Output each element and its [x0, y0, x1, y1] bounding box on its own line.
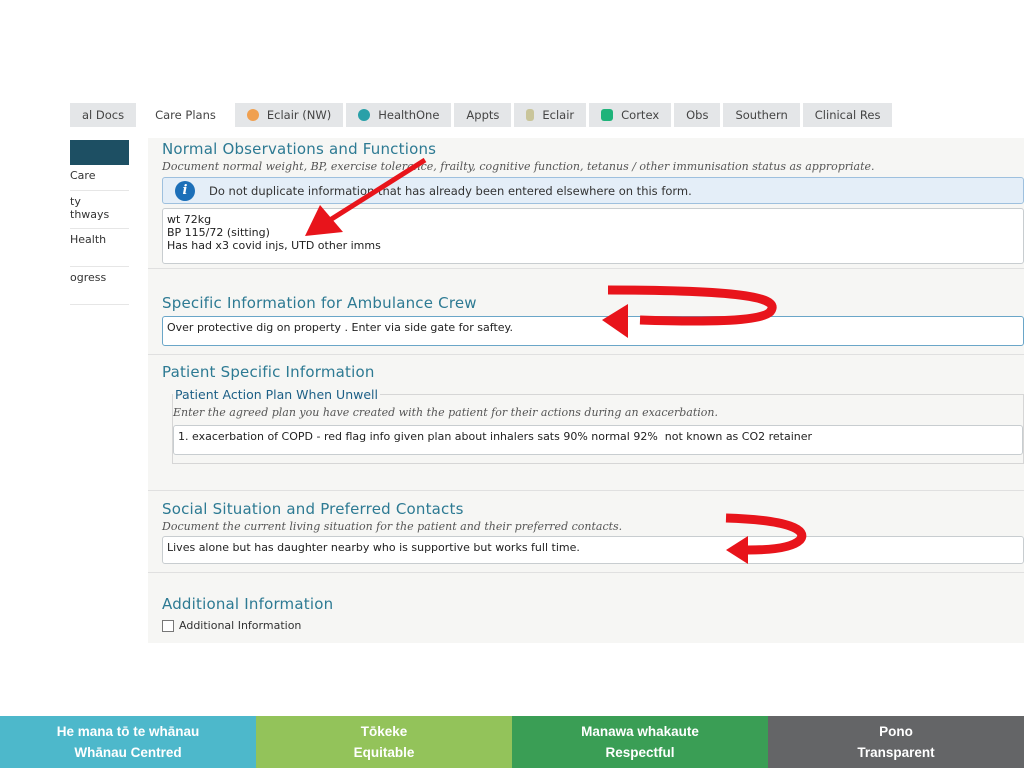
- tab-appts[interactable]: Appts: [454, 103, 512, 127]
- sidebar-item-care[interactable]: Care: [70, 165, 129, 191]
- tab-cortex[interactable]: Cortex: [589, 103, 672, 127]
- tab-label: HealthOne: [378, 108, 440, 122]
- sidebar-item-pathways[interactable]: ty thways: [70, 191, 129, 229]
- footer-transparent: Pono Transparent: [768, 716, 1024, 768]
- normal-observations-textarea[interactable]: wt 72kg BP 115/72 (sitting) Has had x3 c…: [162, 208, 1024, 264]
- footer-maori: He mana tō te whānau: [56, 724, 200, 739]
- action-plan-fieldset: Patient Action Plan When Unwell Enter th…: [172, 387, 1024, 464]
- ambulance-info-input[interactable]: Over protective dig on property . Enter …: [162, 316, 1024, 346]
- tab-obs[interactable]: Obs: [674, 103, 721, 127]
- ambulance-section: Specific Information for Ambulance Crew …: [162, 294, 1024, 346]
- patient-specific-section: Patient Specific Information Patient Act…: [162, 363, 1024, 464]
- sidebar-header: [70, 140, 129, 165]
- tab-docs[interactable]: al Docs: [70, 103, 137, 127]
- footer-maori: Tōkeke: [360, 724, 408, 739]
- footer-maori: Pono: [879, 724, 913, 739]
- sidebar-item-progress[interactable]: ogress: [70, 267, 129, 305]
- tab-care-plans[interactable]: Care Plans: [139, 103, 232, 127]
- tab-eclair-nw[interactable]: Eclair (NW): [234, 103, 344, 127]
- cortex-icon: [601, 109, 614, 121]
- section-title: Patient Specific Information: [162, 363, 375, 381]
- footer-english: Equitable: [353, 745, 415, 760]
- section-subtitle: Document the current living situation fo…: [162, 520, 623, 533]
- section-title: Specific Information for Ambulance Crew: [162, 294, 477, 312]
- social-section: Social Situation and Preferred Contacts …: [162, 500, 1024, 564]
- eclair-icon: [526, 109, 535, 121]
- tab-label: Southern: [735, 108, 788, 122]
- tab-southern[interactable]: Southern: [723, 103, 800, 127]
- divider: [148, 490, 1024, 491]
- tab-clinical-res[interactable]: Clinical Res: [802, 103, 893, 127]
- info-icon: i: [175, 180, 195, 201]
- tab-eclair[interactable]: Eclair: [514, 103, 587, 127]
- normal-observations-section: Normal Observations and Functions Docume…: [162, 140, 1024, 264]
- tab-bar: al Docs Care Plans Eclair (NW) HealthOne…: [70, 103, 893, 127]
- care-plan-form: Normal Observations and Functions Docume…: [148, 138, 1024, 643]
- additional-info-checkbox[interactable]: [162, 619, 174, 632]
- tab-label: Eclair: [542, 108, 575, 122]
- divider: [148, 354, 1024, 355]
- section-title: Social Situation and Preferred Contacts: [162, 500, 464, 518]
- section-title: Additional Information: [162, 595, 334, 613]
- additional-section: Additional Information Additional Inform…: [162, 595, 1024, 632]
- footer-english: Transparent: [857, 745, 935, 760]
- healthone-icon: [358, 109, 371, 121]
- sidebar: Care ty thways Health ogress: [70, 140, 129, 305]
- social-situation-textarea[interactable]: Lives alone but has daughter nearby who …: [162, 536, 1024, 564]
- values-footer: He mana tō te whānau Whānau Centred Tōkek…: [0, 716, 1024, 768]
- tab-label: Care Plans: [155, 108, 216, 122]
- fieldset-legend: Patient Action Plan When Unwell: [175, 387, 378, 402]
- sidebar-item-health[interactable]: Health: [70, 229, 129, 267]
- section-subtitle: Document normal weight, BP, exercise tol…: [162, 160, 875, 173]
- divider: [148, 572, 1024, 573]
- footer-maori: Manawa whakaute: [581, 724, 699, 739]
- tab-label: Appts: [466, 108, 500, 122]
- footer-whanau-centred: He mana tō te whānau Whānau Centred: [0, 716, 256, 768]
- eclair-icon: [246, 109, 259, 121]
- footer-equitable: Tōkeke Equitable: [256, 716, 512, 768]
- divider: [148, 268, 1024, 269]
- action-plan-textarea[interactable]: 1. exacerbation of COPD - red flag info …: [173, 425, 1023, 455]
- section-title: Normal Observations and Functions: [162, 140, 437, 158]
- fieldset-subtitle: Enter the agreed plan you have created w…: [173, 406, 719, 419]
- tab-label: Cortex: [621, 108, 660, 122]
- footer-english: Respectful: [605, 745, 675, 760]
- tab-healthone[interactable]: HealthOne: [346, 103, 452, 127]
- footer-english: Whānau Centred: [74, 745, 182, 760]
- checkbox-text: Additional Information: [179, 619, 302, 632]
- footer-respectful: Manawa whakaute Respectful: [512, 716, 768, 768]
- info-text: Do not duplicate information that has al…: [209, 183, 692, 198]
- additional-info-checkbox-label[interactable]: Additional Information: [162, 619, 1024, 632]
- tab-label: Obs: [686, 108, 709, 122]
- tab-label: Clinical Res: [814, 108, 881, 122]
- tab-label: Eclair (NW): [266, 108, 332, 122]
- info-banner: i Do not duplicate information that has a…: [162, 177, 1024, 204]
- tab-label: al Docs: [82, 108, 125, 122]
